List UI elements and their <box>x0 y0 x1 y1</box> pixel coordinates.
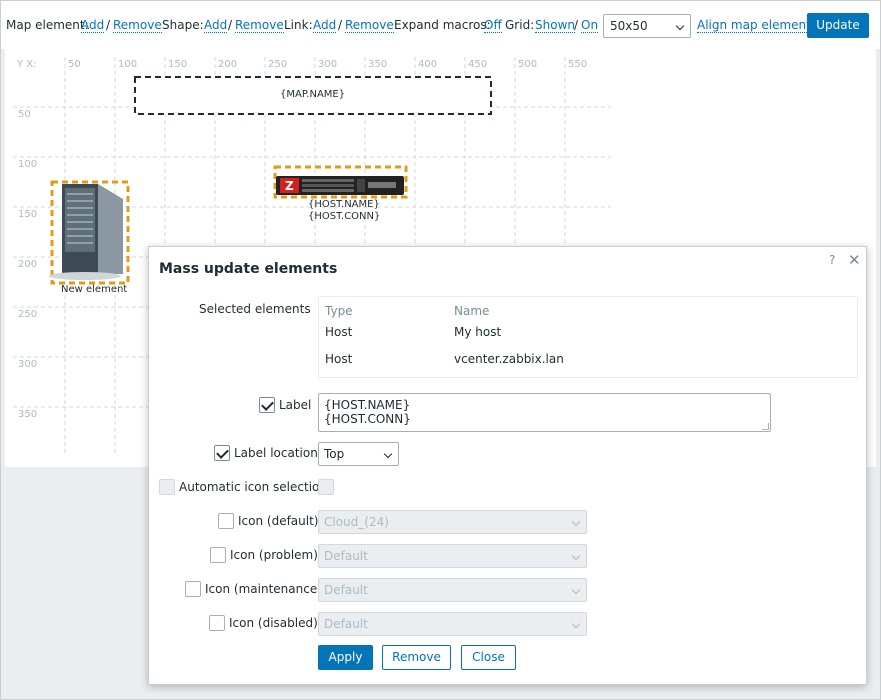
label-location-select[interactable]: Top <box>318 442 399 466</box>
label-checkbox[interactable] <box>259 397 275 413</box>
svg-text:Z: Z <box>285 179 294 193</box>
row-type: Host <box>325 325 353 339</box>
x-axis-tick: 50 <box>68 59 81 70</box>
apply-button[interactable]: Apply <box>318 645 373 670</box>
icon-disabled-select[interactable]: Default <box>318 612 587 636</box>
separator: / <box>574 18 579 32</box>
icon-problem-value: Default <box>324 549 368 563</box>
label-line-1: {HOST.NAME} <box>324 398 411 412</box>
update-button[interactable]: Update <box>807 13 869 38</box>
remove-map-element-link[interactable]: Remove <box>113 18 162 33</box>
server-rack-icon[interactable]: Z <box>276 176 404 195</box>
grid-shown-toggle[interactable]: Shown <box>535 18 575 33</box>
icon-default-value: Cloud_(24) <box>324 515 389 529</box>
auto-icon-checkbox[interactable] <box>159 479 175 495</box>
close-icon[interactable]: ✕ <box>848 251 861 269</box>
row-type: Host <box>325 352 353 366</box>
add-shape-link[interactable]: Add <box>204 18 228 33</box>
separator: / <box>228 18 233 32</box>
remove-button[interactable]: Remove <box>382 645 451 670</box>
row-name: My host <box>454 325 502 339</box>
label-textarea[interactable]: {HOST.NAME} {HOST.CONN} <box>318 393 771 432</box>
icon-default-select[interactable]: Cloud_(24) <box>318 510 587 534</box>
x-axis-tick: 200 <box>218 59 238 70</box>
help-icon[interactable]: ? <box>829 253 835 267</box>
auto-icon-value-checkbox[interactable] <box>318 479 334 495</box>
tower-server-icon[interactable] <box>49 184 123 280</box>
icon-disabled-checkbox[interactable] <box>209 615 225 631</box>
icon-default-checkbox[interactable] <box>218 513 234 529</box>
separator: / <box>338 18 343 32</box>
label-location-checkbox[interactable] <box>214 445 230 461</box>
add-link-link[interactable]: Add <box>313 18 337 33</box>
map-name-label: {MAP.NAME} <box>280 89 346 100</box>
x-axis-tick: 350 <box>368 59 388 70</box>
add-map-element-link[interactable]: Add <box>81 18 105 33</box>
icon-disabled-label: Icon (disabled) <box>229 616 318 630</box>
expand-macros-toggle[interactable]: Off <box>484 18 502 33</box>
icon-problem-select[interactable]: Default <box>318 544 587 568</box>
separator: / <box>106 18 111 32</box>
host-name-label: {HOST.NAME} <box>308 199 380 210</box>
new-element-label: New element <box>61 284 128 295</box>
icon-disabled-value: Default <box>324 617 368 631</box>
chevron-down-icon <box>675 21 685 31</box>
y-axis-tick: 50 <box>18 109 31 120</box>
icon-maintenance-value: Default <box>324 583 368 597</box>
selected-elements-label: Selected elements <box>199 302 311 316</box>
chevron-down-icon <box>571 585 581 595</box>
grid-size-select[interactable]: 50x50 <box>603 14 691 38</box>
map-toolbar: Map element: Add / Remove Shape: Add / R… <box>0 0 881 49</box>
auto-icon-label: Automatic icon selection <box>179 480 327 494</box>
row-name: vcenter.zabbix.lan <box>454 352 564 366</box>
chevron-down-icon <box>383 449 393 459</box>
grid-size-value: 50x50 <box>610 19 648 33</box>
host-conn-label: {HOST.CONN} <box>308 211 381 222</box>
x-axis-tick: 500 <box>518 59 538 70</box>
icon-default-label: Icon (default) <box>238 514 319 528</box>
axis-corner-label: Y X: <box>17 59 37 70</box>
y-axis-tick: 300 <box>18 359 38 370</box>
label-field-label: Label <box>279 398 312 412</box>
label-location-value: Top <box>324 447 345 461</box>
shape-label: Shape: <box>162 18 204 32</box>
remove-shape-link[interactable]: Remove <box>235 18 284 33</box>
icon-maintenance-select[interactable]: Default <box>318 578 587 602</box>
chevron-down-icon <box>571 551 581 561</box>
close-button[interactable]: Close <box>461 645 516 670</box>
y-axis-tick: 250 <box>18 309 38 320</box>
grid-on-toggle[interactable]: On <box>581 18 599 33</box>
chevron-down-icon <box>571 517 581 527</box>
y-axis-tick: 200 <box>18 259 38 270</box>
grid-label: Grid: <box>505 18 535 32</box>
remove-link-link[interactable]: Remove <box>345 18 394 33</box>
y-axis-tick: 350 <box>18 409 38 420</box>
x-axis-tick: 450 <box>468 59 488 70</box>
x-axis-tick: 150 <box>168 59 188 70</box>
label-location-label: Label location <box>234 446 318 460</box>
y-axis-tick: 100 <box>18 159 38 170</box>
link-label: Link: <box>284 18 313 32</box>
x-axis-tick: 250 <box>268 59 288 70</box>
icon-problem-label: Icon (problem) <box>230 548 318 562</box>
x-axis-tick: 100 <box>118 59 138 70</box>
map-element-label: Map element: <box>6 18 89 32</box>
dialog-title: Mass update elements <box>159 261 338 277</box>
mass-update-dialog: Mass update elements ? ✕ Selected elemen… <box>148 246 867 685</box>
selected-elements-table: Type Name Host My host Host vcenter.zabb… <box>318 296 858 378</box>
expand-macros-label: Expand macros: <box>394 18 491 32</box>
icon-maintenance-checkbox[interactable] <box>185 581 201 597</box>
x-axis-tick: 400 <box>418 59 438 70</box>
chevron-down-icon <box>571 619 581 629</box>
x-axis-tick: 550 <box>568 59 588 70</box>
label-line-2: {HOST.CONN} <box>324 412 411 426</box>
resize-grip-icon[interactable] <box>762 423 769 430</box>
icon-problem-checkbox[interactable] <box>210 547 226 563</box>
x-axis-tick: 300 <box>318 59 338 70</box>
table-header-type: Type <box>325 304 353 318</box>
y-axis-tick: 150 <box>18 209 38 220</box>
align-map-elements-link[interactable]: Align map elements <box>697 18 818 33</box>
icon-maintenance-label: Icon (maintenance) <box>205 582 322 596</box>
table-header-name: Name <box>454 304 490 318</box>
